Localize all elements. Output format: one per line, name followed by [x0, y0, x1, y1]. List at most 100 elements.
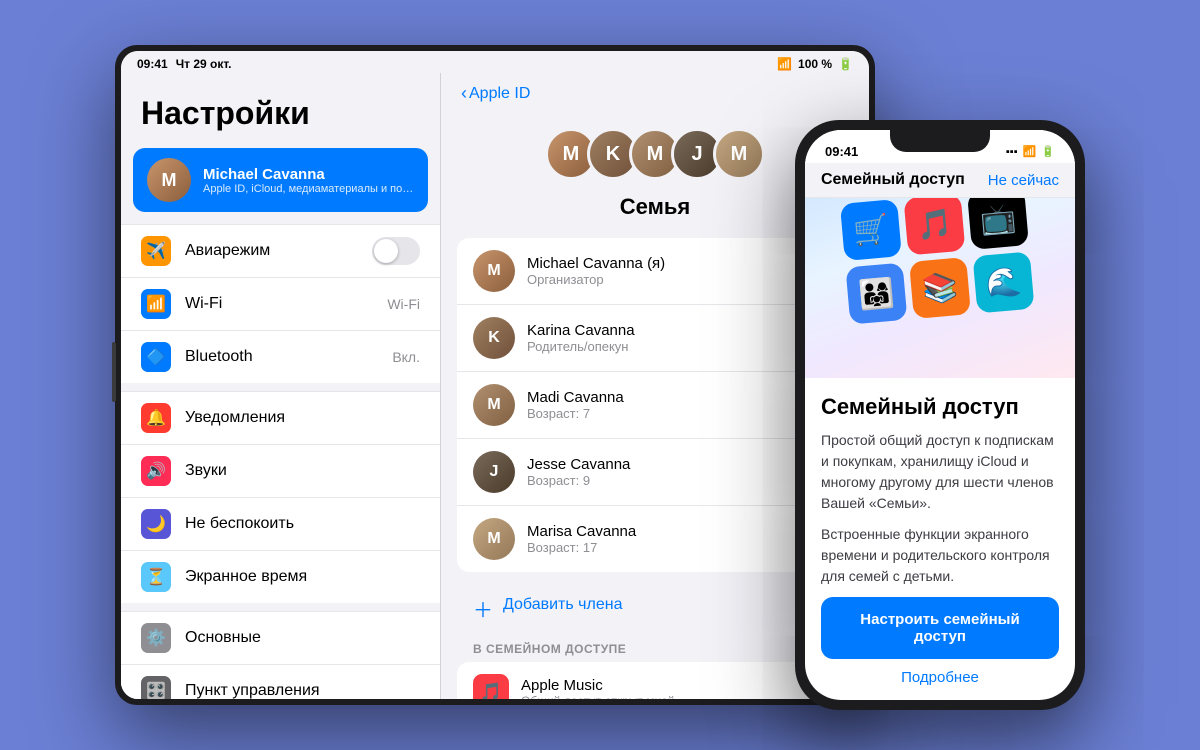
- sidebar-item-notifications[interactable]: 🔔 Уведомления: [121, 391, 440, 445]
- profile-name: Michael Cavanna: [203, 166, 414, 183]
- hero-icon-appstore: 🛒: [840, 199, 902, 261]
- ipad-date: Чт 29 окт.: [176, 57, 232, 71]
- iphone-nav-title: Семейный доступ: [821, 171, 965, 189]
- hero-icon-fitness: 🌊: [973, 251, 1035, 313]
- sidebar-section-general: ⚙️ Основные 🎛️ Пункт управления AA Экран…: [121, 611, 440, 699]
- iphone-nav-action[interactable]: Не сейчас: [988, 172, 1059, 189]
- add-icon: ＋: [473, 594, 495, 616]
- member-item-1[interactable]: K Karina Cavanna Родитель/опекун: [457, 305, 853, 372]
- sidebar-item-control[interactable]: 🎛️ Пункт управления: [121, 665, 440, 699]
- iphone-device: 09:41 ▪▪▪ 📶 🔋 Семейный доступ Не сейчас …: [795, 120, 1085, 710]
- wifi-label: Wi-Fi: [185, 295, 373, 313]
- member-role-4: Возраст: 17: [527, 540, 837, 555]
- sounds-icon: 🔊: [141, 456, 171, 486]
- sidebar-item-bluetooth[interactable]: 🔷 Bluetooth Вкл.: [121, 331, 440, 383]
- member-role-3: Возраст: 9: [527, 473, 837, 488]
- profile-info: Michael Cavanna Apple ID, iCloud, медиам…: [203, 166, 414, 195]
- iphone-desc2: Встроенные функции экранного времени и р…: [821, 524, 1059, 587]
- sidebar-item-wifi[interactable]: 📶 Wi-Fi Wi-Fi: [121, 278, 440, 331]
- sidebar-title: Настройки: [121, 83, 440, 148]
- sidebar-profile[interactable]: M Michael Cavanna Apple ID, iCloud, меди…: [133, 148, 428, 212]
- sounds-label: Звуки: [185, 462, 420, 480]
- iphone-setup-button[interactable]: Настроить семейный доступ: [821, 597, 1059, 659]
- member-info-2: Madi Cavanna Возраст: 7: [527, 389, 837, 421]
- member-item-3[interactable]: J Jesse Cavanna Возраст: 9: [457, 439, 853, 506]
- profile-avatar: M: [147, 158, 191, 202]
- profile-subtitle: Apple ID, iCloud, медиаматериалы и пок..…: [203, 183, 414, 195]
- sidebar-section-system: 🔔 Уведомления 🔊 Звуки 🌙 Не беспокоить ⏳ …: [121, 391, 440, 603]
- notifications-label: Уведомления: [185, 409, 420, 427]
- service-name-music: Apple Music: [521, 677, 837, 694]
- sidebar-item-sounds[interactable]: 🔊 Звуки: [121, 445, 440, 498]
- family-members-list: M Michael Cavanna (я) Организатор K Kari…: [457, 238, 853, 572]
- apple-music-icon: 🎵: [473, 674, 509, 699]
- add-member-label: Добавить члена: [503, 596, 622, 614]
- member-name-4: Marisa Cavanna: [527, 523, 837, 540]
- bluetooth-icon: 🔷: [141, 342, 171, 372]
- iphone-time: 09:41: [825, 144, 858, 159]
- airplane-icon: ✈️: [141, 236, 171, 266]
- donotdisturb-label: Не беспокоить: [185, 515, 420, 533]
- statusbar-left: 09:41 Чт 29 окт.: [137, 57, 232, 71]
- back-chevron-icon: ‹: [461, 83, 467, 104]
- back-button[interactable]: ‹ Apple ID: [461, 83, 530, 104]
- member-role-0: Организатор: [527, 272, 837, 287]
- ipad-content: Настройки M Michael Cavanna Apple ID, iC…: [121, 73, 869, 699]
- back-label: Apple ID: [469, 85, 530, 103]
- control-icon: 🎛️: [141, 676, 171, 699]
- screentime-icon: ⏳: [141, 562, 171, 592]
- add-member-button[interactable]: ＋ Добавить члена: [457, 580, 853, 630]
- sidebar-item-screentime[interactable]: ⏳ Экранное время: [121, 551, 440, 603]
- iphone-more-button[interactable]: Подробнее: [821, 669, 1059, 686]
- service-item-music[interactable]: 🎵 Apple Music Общий доступ открыт мной: [457, 662, 853, 699]
- ipad-time: 09:41: [137, 57, 168, 71]
- ipad-statusbar: 09:41 Чт 29 окт. 📶 100 % 🔋: [121, 51, 869, 73]
- member-role-2: Возраст: 7: [527, 406, 837, 421]
- family-title: Семья: [620, 194, 690, 220]
- iphone-desc1: Простой общий доступ к подпискам и покуп…: [821, 430, 1059, 514]
- member-avatar-4: M: [473, 518, 515, 560]
- member-avatar-0: M: [473, 250, 515, 292]
- member-info-0: Michael Cavanna (я) Организатор: [527, 255, 837, 287]
- airplane-toggle[interactable]: [372, 237, 420, 265]
- wifi-value: Wi-Fi: [387, 296, 420, 312]
- screentime-label: Экранное время: [185, 568, 420, 586]
- service-sub-music: Общий доступ открыт мной: [521, 694, 837, 700]
- member-avatar-1: K: [473, 317, 515, 359]
- sidebar-item-airplane[interactable]: ✈️ Авиарежим: [121, 224, 440, 278]
- iphone-status-right: ▪▪▪ 📶 🔋: [1006, 145, 1055, 158]
- member-avatar-3: J: [473, 451, 515, 493]
- general-label: Основные: [185, 629, 420, 647]
- sidebar-item-general[interactable]: ⚙️ Основные: [121, 611, 440, 665]
- bluetooth-label: Bluetooth: [185, 348, 378, 366]
- member-item-0[interactable]: M Michael Cavanna (я) Организатор: [457, 238, 853, 305]
- service-info-music: Apple Music Общий доступ открыт мной: [521, 677, 837, 700]
- iphone-screen: 09:41 ▪▪▪ 📶 🔋 Семейный доступ Не сейчас …: [805, 130, 1075, 700]
- family-avatars: M K M J M: [545, 128, 765, 180]
- iphone-body: Семейный доступ Простой общий доступ к п…: [805, 378, 1075, 700]
- iphone-notch: [890, 130, 990, 152]
- bluetooth-value: Вкл.: [392, 349, 420, 365]
- hero-icon-family: 👨‍👩‍👧: [845, 263, 907, 325]
- ipad-screen: 09:41 Чт 29 окт. 📶 100 % 🔋 Настройки M: [121, 51, 869, 699]
- member-name-3: Jesse Cavanna: [527, 456, 837, 473]
- member-role-1: Родитель/опекун: [527, 339, 837, 354]
- member-item-2[interactable]: M Madi Cavanna Возраст: 7: [457, 372, 853, 439]
- member-item-4[interactable]: M Marisa Cavanna Возраст: 17: [457, 506, 853, 572]
- ipad-side-button: [112, 342, 116, 402]
- services-list: 🎵 Apple Music Общий доступ открыт мной 🕹…: [457, 662, 853, 699]
- sidebar: Настройки M Michael Cavanna Apple ID, iC…: [121, 73, 441, 699]
- hero-icon-books: 📚: [909, 257, 971, 319]
- family-avatar-4: M: [713, 128, 765, 180]
- battery-label: 100 %: [798, 57, 832, 71]
- ipad-device: 09:41 Чт 29 окт. 📶 100 % 🔋 Настройки M: [115, 45, 875, 705]
- statusbar-right: 📶 100 % 🔋: [777, 57, 853, 71]
- profile-initials: M: [162, 170, 177, 191]
- battery-icon: 🔋: [838, 57, 853, 71]
- member-name-0: Michael Cavanna (я): [527, 255, 837, 272]
- wifi-settings-icon: 📶: [141, 289, 171, 319]
- member-info-4: Marisa Cavanna Возраст: 17: [527, 523, 837, 555]
- sidebar-section-connectivity: ✈️ Авиарежим 📶 Wi-Fi Wi-Fi 🔷 Bluetooth В…: [121, 224, 440, 383]
- sidebar-item-donotdisturb[interactable]: 🌙 Не беспокоить: [121, 498, 440, 551]
- member-name-1: Karina Cavanna: [527, 322, 837, 339]
